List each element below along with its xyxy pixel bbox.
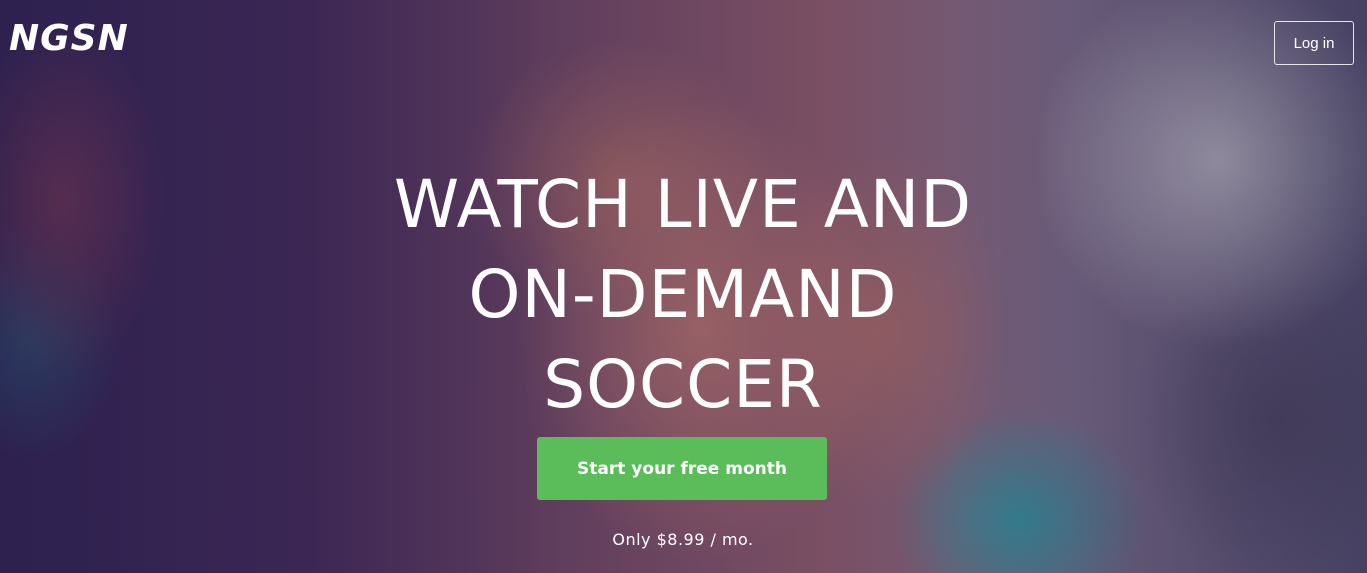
headline-line-3: SOCCER [543,346,823,423]
headline-line-2: ON-DEMAND [468,256,898,333]
ngsn-logo[interactable]: NGSN [9,21,129,57]
start-free-month-button[interactable]: Start your free month [537,437,827,500]
hero-section: NGSN Log in WATCH LIVE AND ON-DEMAND SOC… [0,0,1367,573]
headline-line-1: WATCH LIVE AND [393,166,973,243]
price-note: Only $8.99 / mo. [612,530,754,549]
login-button[interactable]: Log in [1274,21,1354,65]
hero-headline: WATCH LIVE AND ON-DEMAND SOCCER [333,160,1033,430]
